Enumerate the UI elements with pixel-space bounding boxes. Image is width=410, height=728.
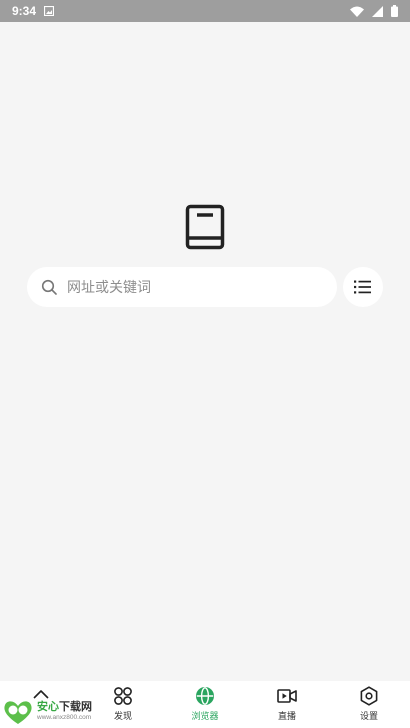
search-input[interactable]: 网址或关键词 bbox=[27, 267, 337, 307]
video-icon bbox=[277, 689, 297, 703]
battery-icon bbox=[391, 5, 398, 17]
status-bar: 9:34 bbox=[0, 0, 410, 22]
anxin-logo-icon bbox=[4, 701, 32, 724]
nav-settings[interactable]: 设置 bbox=[328, 681, 410, 728]
signal-icon bbox=[372, 5, 383, 17]
list-icon bbox=[354, 280, 371, 294]
nav-browser[interactable]: 浏览器 bbox=[164, 681, 246, 728]
search-row: 网址或关键词 bbox=[27, 267, 383, 307]
nav-discover-label: 发现 bbox=[113, 712, 132, 722]
discover-grid-icon bbox=[114, 687, 132, 705]
nav-browser-label: 浏览器 bbox=[191, 712, 219, 722]
watermark-title-dark: 下载网 bbox=[59, 701, 92, 714]
menu-list-button[interactable] bbox=[343, 267, 383, 307]
status-time: 9:34 bbox=[12, 4, 37, 18]
watermark-title-green: 安心 bbox=[37, 701, 59, 714]
search-icon bbox=[41, 279, 57, 295]
watermark-logo: 安心下载网 www.anxz800.com bbox=[2, 697, 106, 727]
nav-live[interactable]: 直播 bbox=[246, 681, 328, 728]
watermark-url: www.anxz800.com bbox=[37, 714, 92, 722]
search-placeholder: 网址或关键词 bbox=[67, 280, 151, 296]
nav-live-label: 直播 bbox=[277, 712, 296, 722]
nav-settings-label: 设置 bbox=[359, 712, 378, 722]
globe-icon bbox=[196, 687, 214, 705]
book-icon bbox=[185, 204, 225, 250]
wifi-icon bbox=[350, 6, 364, 17]
settings-hex-icon bbox=[360, 686, 378, 706]
screenshot-notification-icon bbox=[44, 6, 55, 16]
